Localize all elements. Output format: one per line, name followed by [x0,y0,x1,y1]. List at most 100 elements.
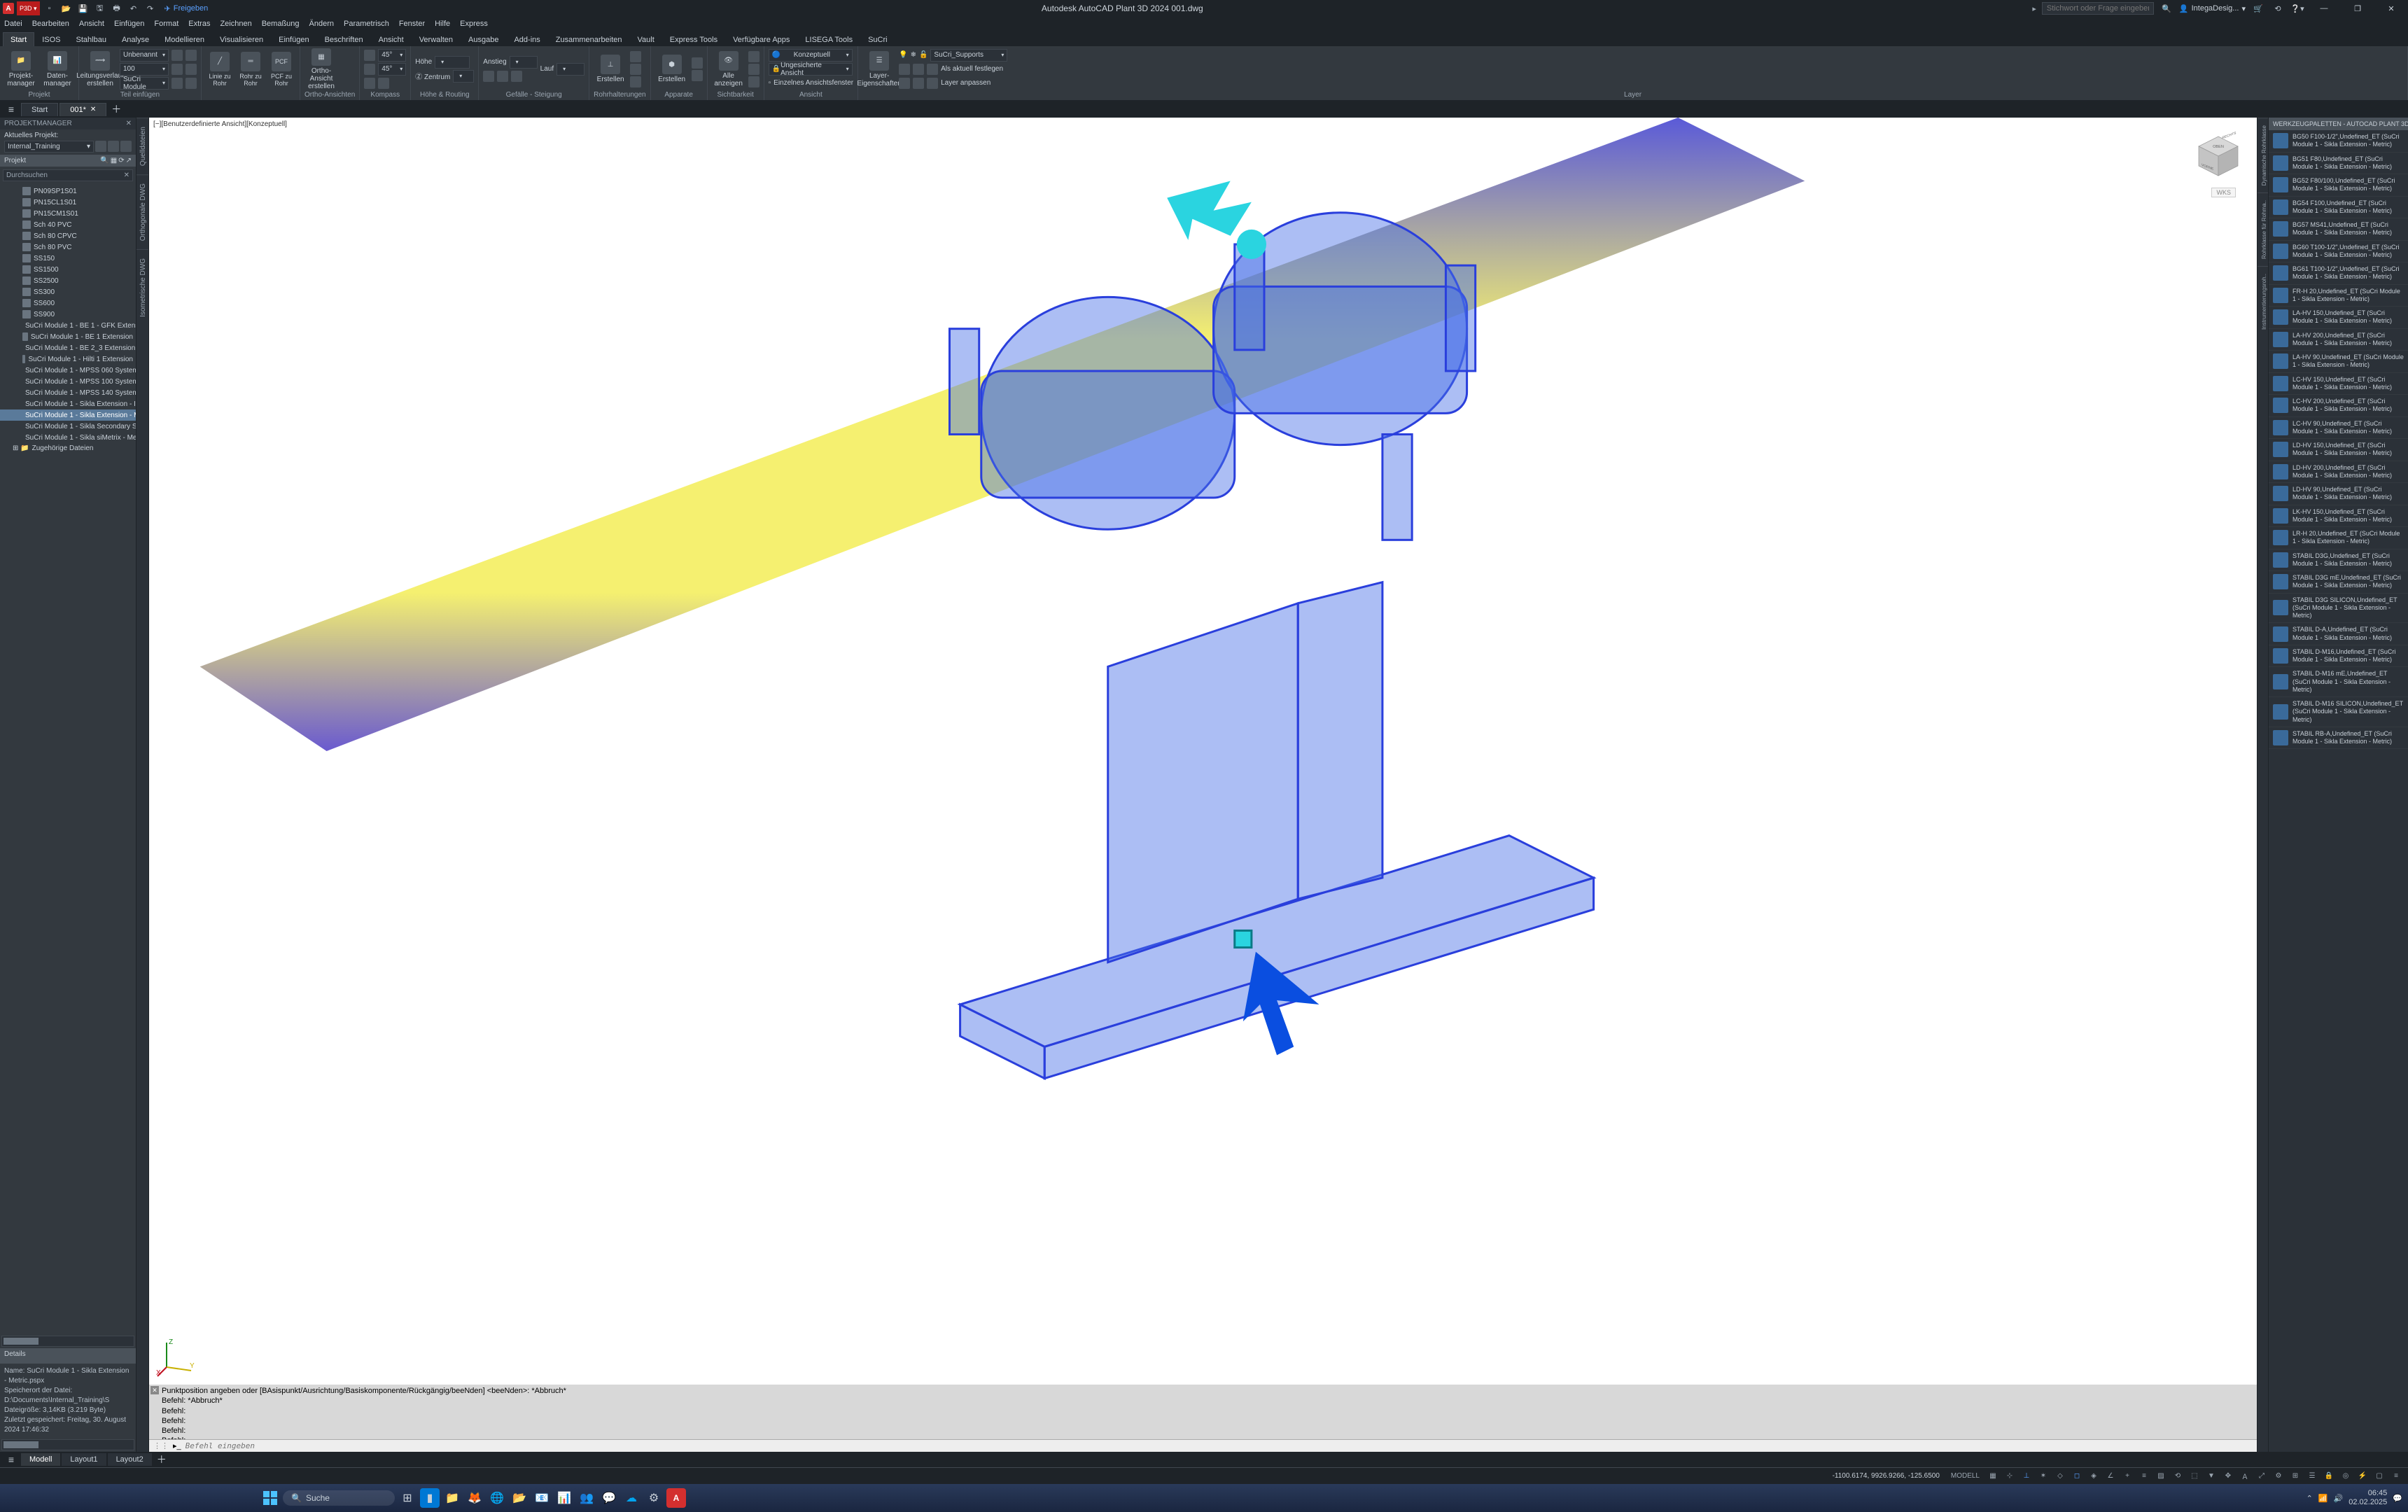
show-all-button[interactable]: 👁Alle anzeigen [712,48,746,90]
slope-icon[interactable] [497,71,508,82]
tabs-menu-icon[interactable]: ≡ [3,104,20,115]
tree-item[interactable]: SuCri Module 1 - MPSS 100 Systemteile [0,376,136,387]
pm-tool-icon[interactable]: ⟳ [118,157,124,164]
compass-icon[interactable] [364,64,375,75]
taskbar-app-icon[interactable]: ▮ [420,1488,440,1508]
taskbar-app-icon[interactable]: 📁 [442,1488,462,1508]
notifications-icon[interactable]: 💬 [2393,1494,2402,1503]
palette-item[interactable]: FR-H 20,Undefined_ET (SuCri Module 1 - S… [2269,285,2408,307]
vis-icon[interactable] [748,76,760,88]
ribbon-tab[interactable]: Einfügen [271,32,316,46]
3d-icon[interactable]: ⬚ [2187,1469,2202,1483]
tree-item[interactable]: SS1500 [0,264,136,275]
share-button[interactable]: ✈ Freigeben [160,4,213,13]
palette-item[interactable]: LR-H 20,Undefined_ET (SuCri Module 1 - S… [2269,527,2408,550]
details-scrollbar[interactable] [1,1439,134,1450]
qat-new-icon[interactable]: ▫ [43,1,57,15]
osnap-icon[interactable]: ◻ [2069,1469,2085,1483]
palette-item[interactable]: BG52 F80/100,Undefined_ET (SuCri Module … [2269,174,2408,197]
tree-item[interactable]: Sch 80 PVC [0,241,136,253]
ribbon-tab[interactable]: Add-ins [506,32,547,46]
transparency-icon[interactable]: ▨ [2153,1469,2169,1483]
part-icon[interactable] [186,78,197,89]
taskbar-app-icon[interactable]: 📧 [532,1488,552,1508]
palette-item[interactable]: BG61 T100-1/2",Undefined_ET (SuCri Modul… [2269,262,2408,285]
units-icon[interactable]: ⊞ [2288,1469,2303,1483]
taskbar-app-icon[interactable]: A [666,1488,686,1508]
tree-item[interactable]: SuCri Module 1 - MPSS 060 Systemteile [0,365,136,376]
tree-item[interactable]: SuCri Module 1 - Sikla Extension - Metri… [0,410,136,421]
pm-tool-icon[interactable] [108,141,119,152]
palette-item[interactable]: LC-HV 90,Undefined_ET (SuCri Module 1 - … [2269,417,2408,440]
run-combo[interactable] [556,63,584,76]
taskbar-app-icon[interactable]: 👥 [577,1488,596,1508]
menu-datei[interactable]: Datei [4,20,22,28]
palette-item[interactable]: STABIL D3G,Undefined_ET (SuCri Module 1 … [2269,550,2408,572]
tree-item[interactable]: SS600 [0,298,136,309]
palette-item[interactable]: LD-HV 200,Undefined_ET (SuCri Module 1 -… [2269,461,2408,484]
workspace-icon[interactable]: ⚙ [2271,1469,2286,1483]
palette-item[interactable]: LD-HV 150,Undefined_ET (SuCri Module 1 -… [2269,439,2408,461]
ribbon-tab[interactable]: Visualisieren [212,32,271,46]
part-icon[interactable] [186,64,197,75]
tree-item[interactable]: SS300 [0,286,136,298]
palette-item[interactable]: BG54 F100,Undefined_ET (SuCri Module 1 -… [2269,197,2408,219]
layout-tab[interactable]: Layout1 [62,1453,106,1466]
palette-tab[interactable]: Dynamische Rohrklasse [2258,118,2268,192]
menu-ändern[interactable]: Ändern [309,20,334,28]
ribbon-tab[interactable]: Ausgabe [461,32,506,46]
palette-item[interactable]: LK-HV 150,Undefined_ET (SuCri Module 1 -… [2269,505,2408,528]
support-icon[interactable] [630,76,641,88]
set-current-layer[interactable]: Als aktuell festlegen [899,63,1007,76]
ribbon-tab[interactable]: Ansicht [371,32,412,46]
rise-combo[interactable] [510,56,538,69]
taskbar-app-icon[interactable]: 📂 [510,1488,529,1508]
taskbar-search[interactable]: 🔍Suche [283,1490,395,1506]
clear-filter-icon[interactable]: ✕ [124,172,130,179]
ribbon-tab[interactable]: Analyse [114,32,157,46]
menu-express[interactable]: Express [460,20,488,28]
palette-item[interactable]: LA-HV 90,Undefined_ET (SuCri Module 1 - … [2269,351,2408,373]
tree-item[interactable]: SuCri Module 1 - BE 1 - GFK Extension [0,320,136,331]
equip-icon[interactable] [692,57,703,69]
polar-icon[interactable]: ✶ [2036,1469,2051,1483]
tree-item[interactable]: SuCri Module 1 - MPSS 140 Systemteile [0,387,136,398]
pm-tool-icon[interactable] [95,141,106,152]
snap-icon[interactable]: ⊹ [2002,1469,2017,1483]
app-store-icon[interactable]: 🛒 [2251,1,2265,15]
hardware-accel-icon[interactable]: ⚡ [2355,1469,2370,1483]
qat-save-icon[interactable]: 💾 [76,1,90,15]
details-icon[interactable] [120,1350,132,1362]
ortho-icon[interactable]: ⊥ [2019,1469,2034,1483]
source-tab[interactable]: Isometrische DWG [136,249,148,326]
palette-item[interactable]: STABIL D-M16 mE,Undefined_ET (SuCri Modu… [2269,667,2408,697]
ribbon-tab[interactable]: SuCri [860,32,895,46]
new-tab-button[interactable]: ＋ [108,102,125,116]
ribbon-tab[interactable]: Beschriften [317,32,371,46]
gizmo-icon[interactable]: ✥ [2220,1469,2236,1483]
tree-item[interactable]: SuCri Module 1 - Sikla Extension - Imper [0,398,136,410]
details-icon[interactable] [95,1350,106,1362]
model-space-button[interactable]: MODELL [1947,1469,1984,1483]
customize-icon[interactable]: ≡ [2388,1469,2404,1483]
minimize-button[interactable]: — [2310,0,2338,17]
ribbon-tab[interactable]: Zusammenarbeiten [548,32,630,46]
size-combo[interactable]: 100 [120,63,169,76]
pro-badge[interactable]: P3D ▾ [17,1,40,15]
tree-item[interactable]: SS150 [0,253,136,264]
ribbon-tab[interactable]: LISEGA Tools [797,32,860,46]
filter-input[interactable]: Durchsuchen✕ [3,169,133,181]
taskbar-app-icon[interactable]: 📊 [554,1488,574,1508]
source-tab[interactable]: Quelldateien [136,118,148,174]
palette-item[interactable]: LC-HV 150,Undefined_ET (SuCri Module 1 -… [2269,373,2408,396]
palette-item[interactable]: STABIL RB-A,Undefined_ET (SuCri Module 1… [2269,727,2408,750]
palette-item[interactable]: STABIL D-M16,Undefined_ET (SuCri Module … [2269,645,2408,668]
dyn-input-icon[interactable]: + [2120,1469,2135,1483]
tree-item[interactable]: Sch 80 CPVC [0,230,136,241]
lock-ui-icon[interactable]: 🔒 [2321,1469,2337,1483]
tree-item[interactable]: SuCri Module 1 - BE 1 Extension [0,331,136,342]
tree-item[interactable]: PN15CM1S01 [0,208,136,219]
part-icon[interactable] [172,50,183,61]
palette-item[interactable]: STABIL D-A,Undefined_ET (SuCri Module 1 … [2269,623,2408,645]
support-icon[interactable] [630,64,641,75]
